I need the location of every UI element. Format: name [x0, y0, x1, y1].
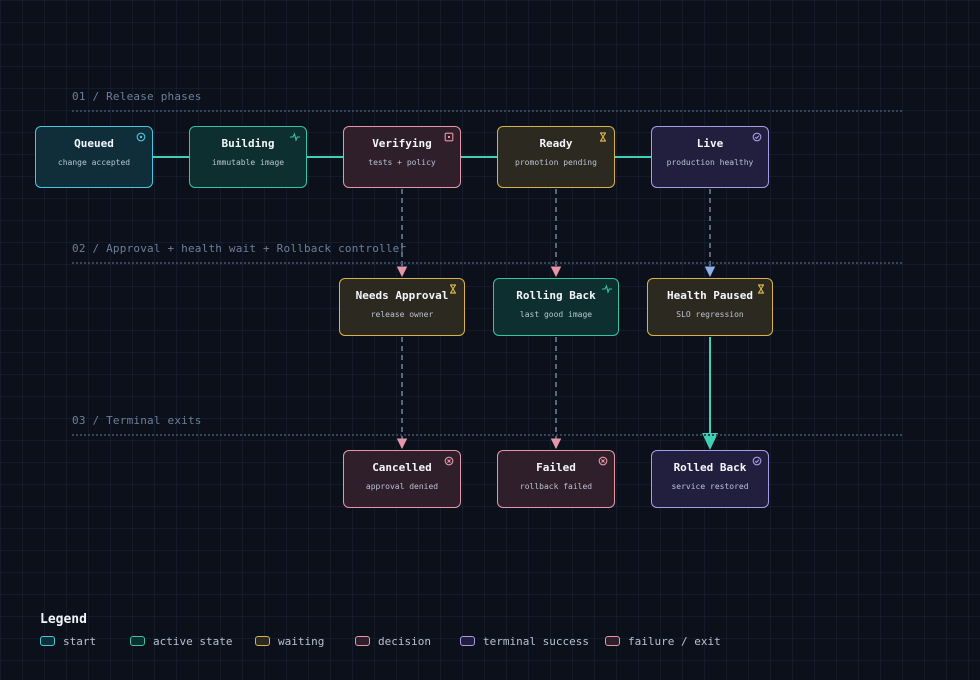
node-title: Needs Approval	[355, 289, 449, 302]
pulse-icon	[602, 284, 612, 294]
node-subtitle: approval denied	[365, 482, 439, 491]
legend-swatch	[40, 636, 55, 646]
node-subtitle: tests + policy	[368, 158, 436, 167]
legend-label: waiting	[278, 634, 325, 648]
lane-label-terminal-exits: 03 / Terminal exits	[72, 414, 202, 427]
legend-item-terminal-success: terminal success	[460, 634, 589, 648]
lane-divider	[72, 110, 902, 112]
node-cancelled[interactable]: Cancelled approval denied	[343, 450, 461, 508]
node-queued[interactable]: Queued change accepted	[35, 126, 153, 188]
lane-divider	[72, 262, 902, 264]
node-title: Building	[221, 137, 275, 150]
node-subtitle: last good image	[519, 310, 593, 319]
node-rolling-back[interactable]: Rolling Back last good image	[493, 278, 619, 336]
lane-divider	[72, 434, 902, 436]
node-subtitle: SLO regression	[676, 310, 744, 319]
pulse-icon	[290, 132, 300, 142]
legend-label: failure / exit	[628, 634, 721, 648]
node-ready[interactable]: Ready promotion pending	[497, 126, 615, 188]
lane-label-release-phases: 01 / Release phases	[72, 90, 202, 103]
node-needs-approval[interactable]: Needs Approval release owner	[339, 278, 465, 336]
node-title: Rolling Back	[516, 289, 596, 302]
node-rolled-back[interactable]: Rolled Back service restored	[651, 450, 769, 508]
x-circle-icon	[598, 456, 608, 466]
legend-label: start	[63, 634, 97, 648]
legend-label: decision	[378, 634, 431, 648]
legend-item-waiting: waiting	[255, 634, 324, 648]
x-circle-icon	[444, 456, 454, 466]
check-circle-icon	[752, 456, 762, 466]
node-title: Cancelled	[372, 461, 432, 474]
legend-item-failure-exit: failure / exit	[605, 634, 721, 648]
legend-title: Legend	[40, 612, 87, 627]
legend-swatch	[355, 636, 370, 646]
node-subtitle: promotion pending	[515, 158, 597, 167]
target-icon	[136, 132, 146, 142]
node-verifying[interactable]: Verifying tests + policy	[343, 126, 461, 188]
hourglass-icon	[450, 284, 456, 294]
node-building[interactable]: Building immutable image	[189, 126, 307, 188]
node-live[interactable]: Live production healthy	[651, 126, 769, 188]
hourglass-icon	[758, 284, 764, 294]
square-dot-icon	[444, 132, 454, 142]
check-circle-icon	[752, 132, 762, 142]
node-title: Live	[696, 137, 724, 150]
legend-swatch	[255, 636, 270, 646]
node-title: Health Paused	[666, 289, 754, 302]
diagram-canvas: 01 / Release phases 02 / Approval + heal…	[0, 0, 980, 680]
hourglass-icon	[600, 132, 606, 142]
node-subtitle: immutable image	[211, 158, 285, 167]
node-failed[interactable]: Failed rollback failed	[497, 450, 615, 508]
node-subtitle: rollback failed	[519, 482, 593, 491]
legend-item-active: active state	[130, 634, 232, 648]
node-subtitle: change accepted	[57, 158, 131, 167]
node-health-paused[interactable]: Health Paused SLO regression	[647, 278, 773, 336]
node-subtitle: production healthy	[666, 158, 754, 167]
node-subtitle: release owner	[370, 310, 434, 319]
node-subtitle: service restored	[671, 482, 749, 491]
node-title: Queued	[74, 137, 114, 150]
legend-item-decision: decision	[355, 634, 431, 648]
legend-label: active state	[153, 634, 233, 648]
legend-swatch	[460, 636, 475, 646]
node-title: Verifying	[372, 137, 432, 150]
legend-swatch	[605, 636, 620, 646]
legend-label: terminal success	[483, 634, 589, 648]
node-title: Ready	[539, 137, 573, 150]
node-title: Failed	[536, 461, 576, 474]
node-title: Rolled Back	[673, 461, 747, 474]
legend-item-start: start	[40, 634, 96, 648]
lane-label-approval: 02 / Approval + health wait + Rollback c…	[72, 242, 407, 255]
legend-swatch	[130, 636, 145, 646]
